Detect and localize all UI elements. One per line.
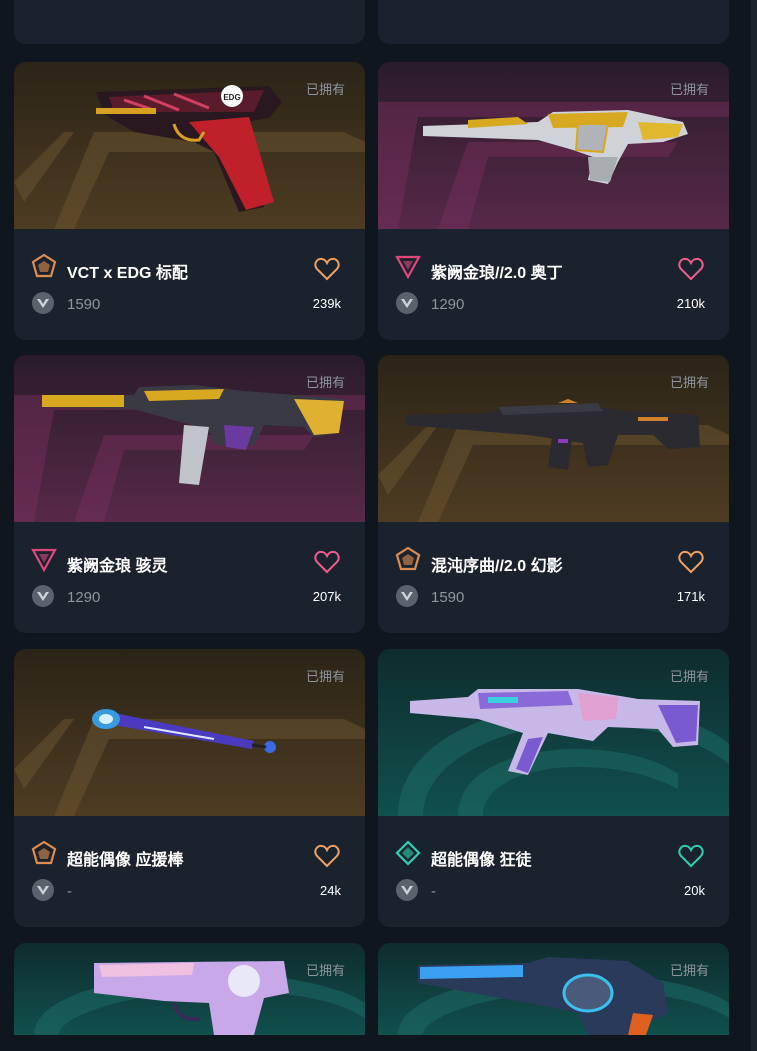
owned-label: 已拥有	[669, 669, 709, 684]
partial-card-top-right[interactable]	[378, 0, 729, 44]
skin-image-area: 已拥有	[378, 355, 729, 522]
skin-card-spectre[interactable]: 已拥有 紫阙金琅 骇灵 1290 207k	[14, 355, 365, 633]
skin-price: 1290	[431, 296, 465, 313]
like-count: 207k	[312, 589, 341, 604]
partial-card-bottom-right[interactable]: 已拥有	[378, 943, 729, 1035]
scrollbar-track[interactable]	[751, 0, 757, 1051]
partial-card-top-left[interactable]	[14, 0, 365, 44]
heart-icon[interactable]	[677, 548, 705, 576]
like-count: 24k	[320, 883, 341, 898]
owned-label: 已拥有	[305, 375, 345, 390]
owned-label: 已拥有	[669, 375, 709, 390]
pistol-skin-image	[34, 961, 365, 1035]
teal-diamond-tier-icon	[395, 840, 421, 866]
like-count: 171k	[676, 589, 705, 604]
valorant-points-icon	[32, 879, 54, 901]
skin-card-odin[interactable]: 已拥有 紫阙金琅//2.0 奥丁 1290 210k	[378, 62, 729, 340]
skin-image-area: 已拥有	[378, 649, 729, 816]
skin-name: 超能偶像 应援棒	[67, 852, 184, 869]
valorant-points-icon	[396, 879, 418, 901]
gold-pentagon-tier-icon	[395, 546, 421, 571]
owned-label: 已拥有	[305, 82, 345, 97]
partial-card-bottom-left[interactable]: 已拥有	[14, 943, 365, 1035]
valorant-points-icon	[32, 292, 54, 314]
like-count: 239k	[312, 296, 341, 311]
heart-icon[interactable]	[677, 255, 705, 283]
heart-icon[interactable]	[677, 842, 705, 870]
like-count: 210k	[676, 296, 705, 311]
skin-card-vct-edg[interactable]: EDG 已拥有 VCT x EDG 标配 1590 239k	[14, 62, 365, 340]
like-count: 20k	[684, 883, 705, 898]
purple-triangle-tier-icon	[31, 548, 57, 572]
skin-price: -	[67, 883, 72, 900]
svg-text:EDG: EDG	[223, 93, 240, 102]
skin-name: VCT x EDG 标配	[67, 265, 188, 282]
skin-name: 超能偶像 狂徒	[431, 852, 532, 869]
gold-pentagon-tier-icon	[31, 840, 57, 865]
heart-icon[interactable]	[313, 548, 341, 576]
skin-card-phantom[interactable]: 已拥有 混沌序曲//2.0 幻影 1590 171k	[378, 355, 729, 633]
skin-card-lightstick[interactable]: 已拥有 超能偶像 应援棒 - 24k	[14, 649, 365, 927]
skin-name: 紫阙金琅//2.0 奥丁	[431, 265, 563, 282]
skin-price: -	[431, 883, 436, 900]
heart-icon[interactable]	[313, 255, 341, 283]
skin-card-vandal[interactable]: 已拥有 超能偶像 狂徒 - 20k	[378, 649, 729, 927]
heart-icon[interactable]	[313, 842, 341, 870]
owned-label: 已拥有	[305, 963, 345, 978]
gold-pentagon-tier-icon	[31, 253, 57, 278]
purple-triangle-tier-icon	[395, 255, 421, 279]
valorant-points-icon	[396, 292, 418, 314]
skin-price: 1590	[431, 589, 465, 606]
valorant-points-icon	[32, 585, 54, 607]
skin-image-area: 已拥有	[14, 355, 365, 522]
skin-image-area: 已拥有	[14, 649, 365, 816]
skin-name: 紫阙金琅 骇灵	[67, 558, 168, 575]
owned-label: 已拥有	[305, 669, 345, 684]
owned-label: 已拥有	[669, 82, 709, 97]
valorant-points-icon	[396, 585, 418, 607]
skin-name: 混沌序曲//2.0 幻影	[431, 558, 563, 575]
revolver-skin-image	[398, 957, 729, 1035]
skin-price: 1590	[67, 296, 101, 313]
skin-price: 1290	[67, 589, 101, 606]
skin-image-area: 已拥有	[378, 62, 729, 229]
skin-image-area: EDG 已拥有	[14, 62, 365, 229]
owned-label: 已拥有	[669, 963, 709, 978]
